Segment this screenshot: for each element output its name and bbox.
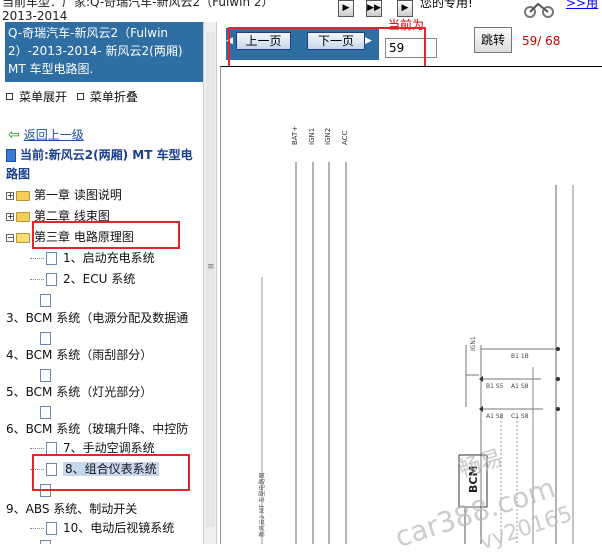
tree-item[interactable]: 9、ABS 系统、制动开关	[6, 500, 137, 517]
user-notice-text: 您的专用!	[420, 0, 473, 10]
tree-item[interactable]: 1、启动充电系统	[30, 249, 155, 266]
tree-connector	[30, 258, 44, 259]
wire-label: C1 S8	[511, 413, 529, 420]
rail-label: IGN1	[308, 127, 316, 145]
mascot-icon	[524, 2, 554, 18]
tree-folder-chapter1[interactable]: + 第一章 读图说明	[6, 186, 122, 203]
tree-label: 1、启动充电系统	[63, 251, 155, 265]
tree-label: 10、电动后视镜系统	[63, 521, 175, 535]
rail-label: BAT+	[291, 125, 299, 145]
collapse-minus-icon[interactable]: −	[6, 233, 14, 242]
wire-label: B1 1B	[511, 353, 529, 360]
expand-plus-icon[interactable]: +	[6, 191, 14, 200]
menu-expand-button[interactable]: 菜单展开	[6, 88, 67, 105]
tree-connector	[30, 448, 44, 449]
menu-toggles: 菜单展开 菜单折叠	[6, 88, 144, 105]
highlight-box	[228, 27, 426, 71]
document-icon	[46, 522, 57, 535]
wire-label: A1 S8	[486, 413, 504, 420]
tree-label: 5、BCM 系统（灯光部分）	[6, 385, 153, 399]
collapse-icon	[76, 93, 84, 100]
menu-collapse-button[interactable]: 菜单折叠	[76, 88, 138, 105]
tree-item[interactable]: 2、ECU 系统	[30, 270, 135, 287]
document-icon	[46, 273, 57, 286]
tree-item[interactable]: 4、BCM 系统（雨刮部分）	[6, 346, 152, 363]
tree-label: 6、BCM 系统（玻璃升降、中控防	[6, 422, 189, 436]
rail-label: ACC	[341, 130, 349, 145]
tree-item[interactable]: 6、BCM 系统（玻璃升降、中控防	[6, 420, 188, 437]
tree-label: 3、BCM 系统（电源分配及数据通	[6, 311, 189, 325]
wire-label: B1 S5	[486, 383, 504, 390]
play-right-icon[interactable]: ▶	[338, 0, 354, 17]
document-icon	[40, 402, 57, 421]
tree-item[interactable]: 10、电动后视镜系统	[30, 519, 174, 536]
tree-label: 9、ABS 系统、制动开关	[6, 502, 138, 516]
tree-label: 第一章 读图说明	[34, 188, 122, 202]
wire-label: A1 S8	[511, 383, 529, 390]
user-link[interactable]: >>用	[566, 0, 598, 11]
top-strip: 当前车型：厂家:Q-奇瑞汽车-新风云2（Fulwin 2） 2013-2014 …	[0, 0, 602, 22]
tree-item[interactable]: 5、BCM 系统（灯光部分）	[6, 383, 152, 400]
current-location-label: 当前:新风云2(两厢) MT 车型电路图	[6, 148, 193, 181]
tree-connector	[30, 279, 44, 280]
back-arrow-icon: ⇦	[8, 126, 20, 143]
highlight-box	[32, 221, 180, 249]
play-right-icon[interactable]: ▶	[397, 0, 413, 17]
folder-icon	[16, 211, 30, 222]
highlight-box	[32, 454, 190, 491]
wire-label: IGN1	[470, 336, 477, 351]
tree-connector	[30, 528, 44, 529]
menu-scrollbar[interactable]: ≡	[203, 22, 217, 544]
menu-panel: Q-奇瑞汽车-新风云2（Fulwin 2）-2013-2014- 新风云2(两厢…	[0, 22, 203, 544]
document-icon	[40, 536, 57, 544]
scrollbar-thumb[interactable]	[206, 32, 215, 527]
tree-label: 2、ECU 系统	[63, 272, 136, 286]
diagram-side-title: 新风云2 MT 车型电路图	[259, 472, 266, 537]
folder-icon	[16, 190, 30, 201]
jump-button[interactable]: 跳转	[474, 27, 512, 53]
expand-icon	[6, 93, 13, 100]
tree-label: 4、BCM 系统（雨刮部分）	[6, 348, 153, 362]
document-icon	[40, 365, 57, 384]
back-label: 返回上一级	[23, 128, 84, 142]
folder-open-icon	[16, 232, 30, 243]
database-icon	[6, 149, 16, 162]
rail-label: IGN2	[324, 127, 332, 145]
document-icon	[46, 252, 57, 265]
menu-expand-label: 菜单展开	[19, 90, 68, 104]
vehicle-title-line2: 2013-2014	[2, 9, 68, 22]
tree-label: 7、手动空调系统	[63, 441, 155, 455]
page-count: 59/ 68	[522, 34, 561, 48]
grip-icon: ≡	[207, 262, 215, 272]
tree-item[interactable]: 3、BCM 系统（电源分配及数据通	[6, 309, 188, 326]
expand-plus-icon[interactable]: +	[6, 212, 14, 221]
document-icon	[40, 290, 57, 309]
back-link[interactable]: ⇦ 返回上一级	[8, 126, 84, 143]
menu-collapse-label: 菜单折叠	[89, 90, 138, 104]
model-title: Q-奇瑞汽车-新风云2（Fulwin 2）-2013-2014- 新风云2(两厢…	[5, 22, 203, 82]
double-arrow-icon[interactable]: ▶▶	[366, 0, 382, 17]
document-icon	[40, 328, 57, 347]
current-location: 当前:新风云2(两厢) MT 车型电路图	[6, 146, 202, 184]
